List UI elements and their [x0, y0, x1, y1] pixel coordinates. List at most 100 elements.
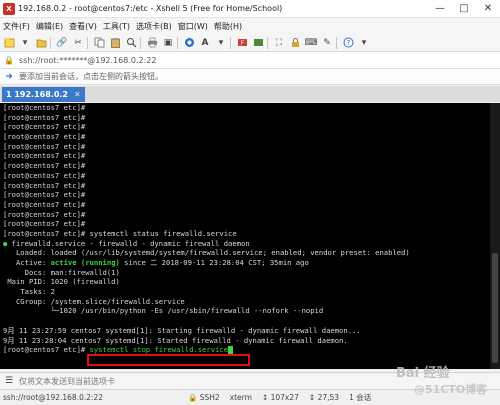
xftp-icon[interactable]: F — [235, 36, 249, 50]
prompt-line: [root@centos7 etc]# — [3, 199, 86, 209]
log-line: 9月 11 23:28:04 centos7 systemd[1]: Start… — [3, 335, 348, 345]
window-controls: — □ ✕ — [428, 0, 500, 17]
prompt-line: [root@centos7 etc]# — [3, 161, 86, 171]
tasks-line: Tasks: 2 — [3, 287, 55, 297]
menu-tools[interactable]: 工具(T) — [100, 21, 133, 32]
font-icon[interactable]: A — [198, 36, 212, 50]
toolbar-separator — [140, 36, 141, 49]
status-dot-icon: ● — [3, 238, 8, 248]
session-hint-text: 要添加当前会话，点击左侧的箭头按钮。 — [19, 72, 163, 81]
compose-bar-text: 仅将文本发送到当前选项卡 — [19, 376, 115, 386]
prompt-line: [root@centos7 etc]# — [3, 209, 86, 219]
status-sessions: 1 会话 — [349, 393, 372, 402]
properties-icon[interactable]: ▣ — [161, 36, 175, 50]
prompt-line: [root@centos7 etc]# — [3, 151, 86, 161]
tab-label: 1 192.168.0.2 — [6, 90, 68, 99]
dropdown-arrow-icon[interactable]: ▾ — [357, 36, 371, 50]
highlight-box — [87, 354, 250, 366]
close-button[interactable]: ✕ — [476, 0, 500, 17]
menu-tab[interactable]: 选项卡(B) — [133, 21, 175, 32]
search-icon[interactable] — [124, 36, 138, 50]
open-folder-icon[interactable] — [34, 36, 48, 50]
window-title: 192.168.0.2 - root@centos7:/etc - Xshell… — [18, 4, 283, 13]
prompt-line: [root@centos7 etc]# — [3, 103, 86, 112]
color-scheme-icon[interactable] — [182, 36, 196, 50]
cgroup-line: CGroup: /system.slice/firewalld.service — [3, 296, 185, 306]
new-session-icon[interactable] — [2, 36, 16, 50]
session-address[interactable]: ssh://root:*******@192.168.0.2:22 — [19, 56, 156, 65]
active-state: active (running) — [50, 258, 120, 267]
minimize-button[interactable]: — — [428, 0, 452, 17]
toolbar-separator — [230, 36, 231, 49]
prompt-line: [root@centos7 etc]# — [3, 122, 86, 132]
protocol-text: SSH2 — [199, 393, 220, 402]
menu-file[interactable]: 文件(F) — [0, 21, 33, 32]
active-suffix: since 二 2018-09-11 23:28:04 CST; 35min a… — [119, 258, 309, 267]
prompt-line: [root@centos7 etc]# — [3, 170, 86, 180]
lock-icon[interactable] — [288, 36, 302, 50]
lock-icon: 🔒 — [4, 55, 14, 65]
toolbar-separator — [336, 36, 337, 49]
tab-bar: 1 192.168.0.2 ✕ — [0, 86, 500, 102]
keyboard-icon[interactable]: ⌨ — [304, 36, 318, 50]
tab-session-1[interactable]: 1 192.168.0.2 ✕ — [2, 87, 85, 102]
xshell-app-icon: X — [3, 2, 15, 15]
dropdown-arrow-icon[interactable]: ▾ — [18, 36, 32, 50]
dropdown-arrow-icon[interactable]: ▾ — [214, 36, 228, 50]
copy-icon[interactable] — [92, 36, 106, 50]
active-line: Active: active (running) since 二 2018-09… — [3, 258, 490, 268]
fullscreen-icon[interactable]: ⛶ — [272, 36, 286, 50]
toolbar-separator — [177, 36, 178, 49]
print-icon[interactable] — [145, 36, 159, 50]
watermark-line1: Bai 经验 — [396, 366, 450, 381]
menu-help[interactable]: 帮助(H) — [211, 21, 245, 32]
toolbar: ▾ 🔗 ✂ ▣ A ▾ F ⛶ ⌨ ✎ ? ▾ — [0, 34, 500, 52]
menu-window[interactable]: 窗口(W) — [175, 21, 211, 32]
disconnect-icon[interactable]: ✂ — [71, 36, 85, 50]
status-command-line: [root@centos7 etc]# systemctl status fir… — [3, 228, 237, 238]
menu-view[interactable]: 查看(V) — [66, 21, 100, 32]
menu-bar: 文件(F) 编辑(E) 查看(V) 工具(T) 选项卡(B) 窗口(W) 帮助(… — [0, 18, 500, 34]
address-bar[interactable]: 🔒 ssh://root:*******@192.168.0.2:22 — [0, 52, 500, 69]
docs-line: Docs: man:firewalld(1) — [3, 267, 120, 277]
main-pid-line: Main PID: 1020 (firewalld) — [3, 277, 120, 287]
svg-text:F: F — [240, 40, 244, 47]
status-terminal-type: xterm — [229, 393, 252, 402]
title-bar: X 192.168.0.2 - root@centos7:/etc - Xshe… — [0, 0, 500, 18]
size-text: 107x27 — [270, 393, 299, 402]
maximize-button[interactable]: □ — [452, 0, 476, 17]
prompt-line: [root@centos7 etc]# — [3, 219, 86, 229]
watermark-line2: @51CTO博客 — [414, 383, 488, 396]
svg-text:?: ? — [346, 39, 350, 47]
help-icon[interactable]: ? — [341, 36, 355, 50]
status-size: ↕ 107x27 — [261, 393, 299, 402]
session-hint-bar: ➜ 要添加当前会话，点击左侧的箭头按钮。 — [0, 69, 500, 85]
arrow-icon[interactable]: ➜ — [2, 70, 16, 84]
menu-icon[interactable]: ☰ — [2, 374, 16, 388]
toolbar-separator — [87, 36, 88, 49]
prompt-line: [root@centos7 etc]# — [3, 141, 86, 151]
final-prompt: [root@centos7 etc]# — [3, 345, 90, 355]
close-icon[interactable]: ✕ — [74, 90, 81, 99]
status-cursor-pos: ↕ 27,53 — [308, 393, 340, 402]
terminal-scrollbar[interactable] — [490, 103, 500, 369]
menu-edit[interactable]: 编辑(E) — [33, 21, 66, 32]
toolbar-separator — [267, 36, 268, 49]
cursor-pos-text: 27,53 — [317, 393, 340, 402]
scroll-thumb[interactable] — [492, 253, 498, 363]
connect-icon[interactable]: 🔗 — [55, 36, 69, 50]
typed-command: systemctl stop firewalld.service — [89, 345, 229, 355]
terminal-output[interactable]: [root@centos7 etc]# [root@centos7 etc]# … — [0, 103, 490, 369]
prompt-line: [root@centos7 etc]# — [3, 112, 86, 122]
active-prefix: Active: — [3, 258, 51, 267]
paste-icon[interactable] — [108, 36, 122, 50]
cgroup-child-line: └─1020 /usr/bin/python -Es /usr/sbin/fir… — [3, 306, 324, 316]
status-protocol: 🔒 SSH2 — [188, 393, 220, 402]
compose-icon[interactable]: ✎ — [320, 36, 334, 50]
service-header-text: firewalld.service - firewalld - dynamic … — [11, 238, 250, 248]
prompt-line: [root@centos7 etc]# — [3, 180, 86, 190]
loaded-line: Loaded: loaded (/usr/lib/systemd/system/… — [3, 248, 410, 258]
new-tab-icon[interactable] — [251, 36, 265, 50]
text-cursor — [228, 346, 234, 355]
